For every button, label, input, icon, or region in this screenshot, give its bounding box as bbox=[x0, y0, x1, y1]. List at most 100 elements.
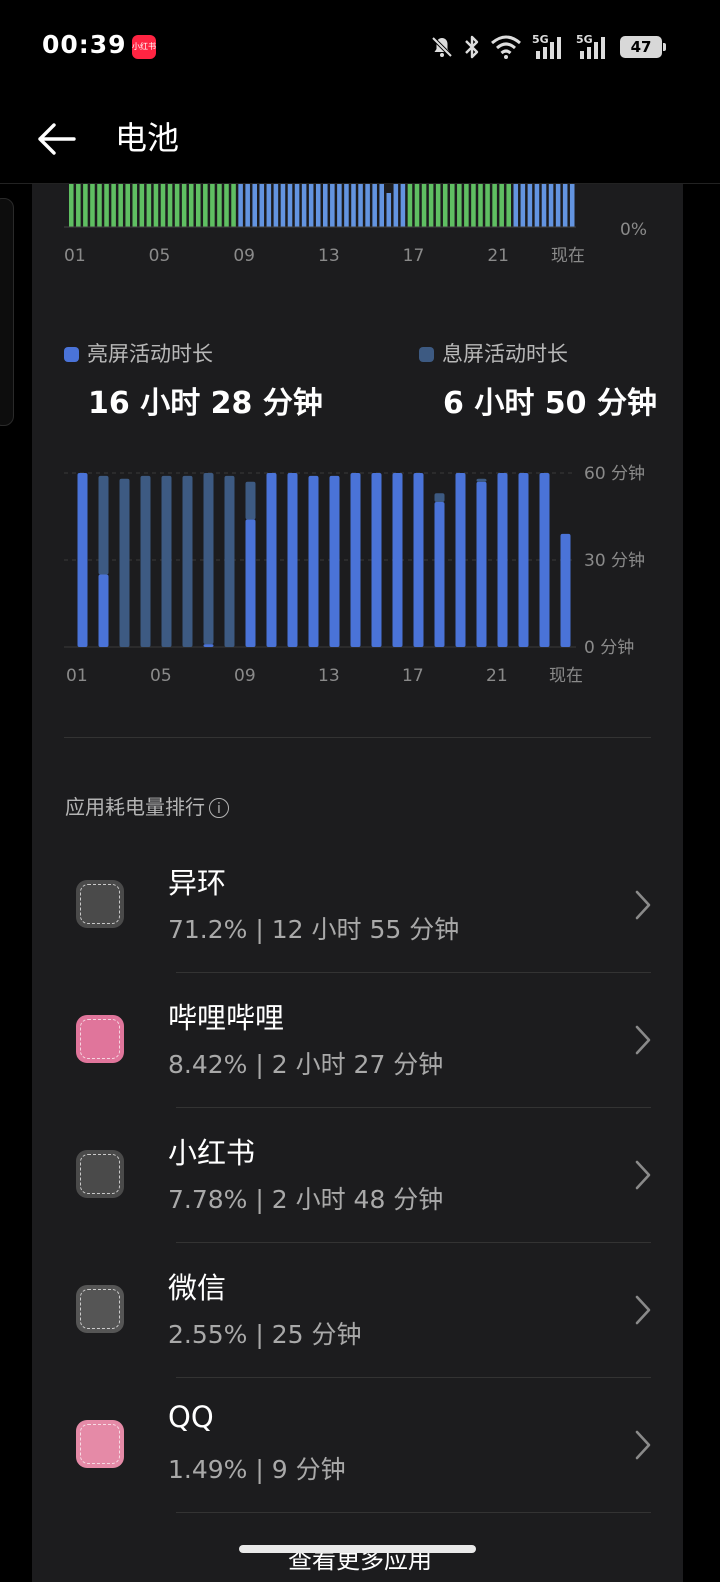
app-usage: 2.55% | 25 分钟 bbox=[168, 1320, 362, 1349]
level-bar-22-2 bbox=[527, 184, 533, 227]
level-bar-08-1 bbox=[224, 184, 229, 227]
level-bar-现在-1 bbox=[562, 184, 568, 227]
app-name: QQ bbox=[168, 1400, 214, 1434]
chevron-right-icon bbox=[635, 1295, 651, 1325]
activity-bar-现在-on bbox=[560, 533, 571, 647]
level-bar-04-2 bbox=[146, 184, 152, 227]
level-bar-23-2 bbox=[548, 184, 554, 227]
legend-screen-off-swatch bbox=[419, 347, 434, 362]
activity-bar-23-on bbox=[539, 473, 550, 647]
chevron-right-icon bbox=[635, 1430, 651, 1460]
svg-text:5G: 5G bbox=[532, 33, 549, 46]
level-bar-05-0 bbox=[153, 184, 159, 227]
activity-bar-10-on bbox=[266, 473, 277, 647]
home-indicator[interactable] bbox=[239, 1545, 476, 1553]
app-usage: 1.49% | 9 分钟 bbox=[168, 1455, 346, 1484]
app-row-yihuan[interactable]: 异环 71.2% | 12 小时 55 分钟 bbox=[32, 838, 683, 973]
x-tick-label: 13 bbox=[318, 246, 340, 266]
chevron-right-icon bbox=[635, 1160, 651, 1190]
activity-bar-21-on bbox=[497, 473, 508, 647]
level-bar-18-1 bbox=[435, 184, 441, 227]
level-bar-18-2 bbox=[442, 184, 448, 227]
system-icons: 5G 5G 47 bbox=[430, 30, 666, 64]
level-bar-06-2 bbox=[188, 184, 194, 227]
x-tick-label: 05 bbox=[150, 666, 172, 686]
activity-bar-08-off bbox=[224, 475, 235, 647]
qq-icon bbox=[76, 1420, 124, 1468]
info-icon[interactable]: i bbox=[209, 798, 229, 818]
activity-bar-16-on bbox=[392, 473, 403, 647]
level-bar-20-0 bbox=[471, 184, 476, 227]
app-usage: 8.42% | 2 小时 27 分钟 bbox=[168, 1050, 444, 1079]
y-tick-label: 60 分钟 bbox=[584, 464, 645, 484]
level-bar-06-1 bbox=[181, 184, 187, 227]
app-row-wechat[interactable]: 微信 2.55% | 25 分钟 bbox=[32, 1243, 683, 1378]
x-tick-label: 21 bbox=[486, 666, 508, 686]
activity-duration-chart: 01 05 09 13 17 21 现在 60 分钟 30 分钟 0 分钟 bbox=[64, 464, 645, 686]
level-bar-23-0 bbox=[534, 184, 540, 227]
bilibili-icon bbox=[76, 1015, 124, 1063]
legend-screen-on-label: 亮屏活动时长 bbox=[87, 342, 213, 366]
y-tick-label: 30 分钟 bbox=[584, 551, 645, 571]
app-row-bilibili[interactable]: 哔哩哔哩 8.42% | 2 小时 27 分钟 bbox=[32, 973, 683, 1108]
yihuan-icon bbox=[76, 880, 124, 928]
level-bar-11-0 bbox=[280, 184, 286, 227]
level-bar-07-0 bbox=[196, 184, 201, 227]
level-bar-14-0 bbox=[344, 184, 349, 227]
app-header: 电池 bbox=[0, 95, 720, 184]
x-tick-label: 21 bbox=[487, 246, 509, 266]
level-bar-16-1 bbox=[393, 184, 399, 227]
level-bar-17-1 bbox=[414, 184, 420, 227]
activity-bar-04-off bbox=[140, 475, 151, 647]
level-bar-05-2 bbox=[167, 184, 173, 227]
status-time: 00:39 bbox=[42, 30, 127, 59]
x-tick-label: 05 bbox=[149, 246, 171, 266]
x-tick-label: 现在 bbox=[551, 246, 585, 266]
level-bar-19-1 bbox=[457, 184, 462, 227]
level-bar-16-0 bbox=[386, 193, 392, 227]
level-bar-03-2 bbox=[125, 184, 130, 227]
activity-bar-20-off bbox=[476, 478, 487, 482]
app-name: 小红书 bbox=[168, 1136, 256, 1170]
level-bar-09-1 bbox=[245, 184, 250, 227]
activity-bar-12-on bbox=[308, 475, 319, 647]
screen-on-duration: 16 小时 28 分钟 bbox=[88, 386, 323, 421]
level-bar-12-0 bbox=[301, 184, 307, 227]
activity-bar-22-on bbox=[518, 473, 529, 647]
wechat-icon bbox=[76, 1285, 124, 1333]
app-row-qq[interactable]: QQ 1.49% | 9 分钟 bbox=[32, 1378, 683, 1513]
legend-screen-off: 息屏活动时长 bbox=[419, 338, 568, 368]
signal-5g-sim2-icon: 5G bbox=[576, 33, 605, 59]
activity-bar-13-on bbox=[329, 475, 340, 647]
section-divider bbox=[64, 737, 651, 738]
level-bar-05-1 bbox=[160, 184, 166, 227]
legend-screen-off-label: 息屏活动时长 bbox=[442, 342, 568, 366]
back-arrow-icon[interactable] bbox=[32, 115, 80, 163]
activity-bar-18-on bbox=[434, 502, 445, 647]
level-bar-01-1 bbox=[76, 184, 81, 227]
battery-icon: 47 bbox=[620, 36, 666, 58]
activity-bar-02-off bbox=[98, 475, 109, 575]
mute-bell-icon bbox=[431, 36, 453, 58]
level-bar-15-1 bbox=[372, 184, 377, 227]
ranking-title-text: 应用耗电量排行 bbox=[65, 795, 205, 819]
activity-bar-06-off bbox=[182, 475, 193, 647]
level-bar-03-0 bbox=[111, 184, 116, 227]
level-bar-现在-0 bbox=[555, 184, 561, 227]
level-bar-10-0 bbox=[259, 184, 265, 227]
app-usage: 7.78% | 2 小时 48 分钟 bbox=[168, 1185, 444, 1214]
ranking-title: 应用耗电量排行 i bbox=[65, 791, 229, 820]
signal-5g-sim1-icon: 5G bbox=[532, 33, 561, 59]
level-bar-15-0 bbox=[365, 184, 370, 227]
level-bar-06-0 bbox=[174, 184, 180, 227]
level-bar-13-0 bbox=[323, 184, 328, 227]
x-tick-label: 17 bbox=[402, 666, 424, 686]
battery-level-chart: 01 05 09 13 17 21 现在 0% bbox=[64, 184, 647, 266]
level-bar-14-1 bbox=[351, 184, 356, 227]
legend-screen-on: 亮屏活动时长 bbox=[64, 338, 213, 368]
level-bar-09-2 bbox=[252, 184, 257, 227]
level-bar-01-0 bbox=[69, 184, 74, 227]
x-tick-label: 13 bbox=[318, 666, 340, 686]
page-title: 电池 bbox=[115, 119, 180, 157]
app-row-xiaohongshu[interactable]: 小红书 7.78% | 2 小时 48 分钟 bbox=[32, 1108, 683, 1243]
